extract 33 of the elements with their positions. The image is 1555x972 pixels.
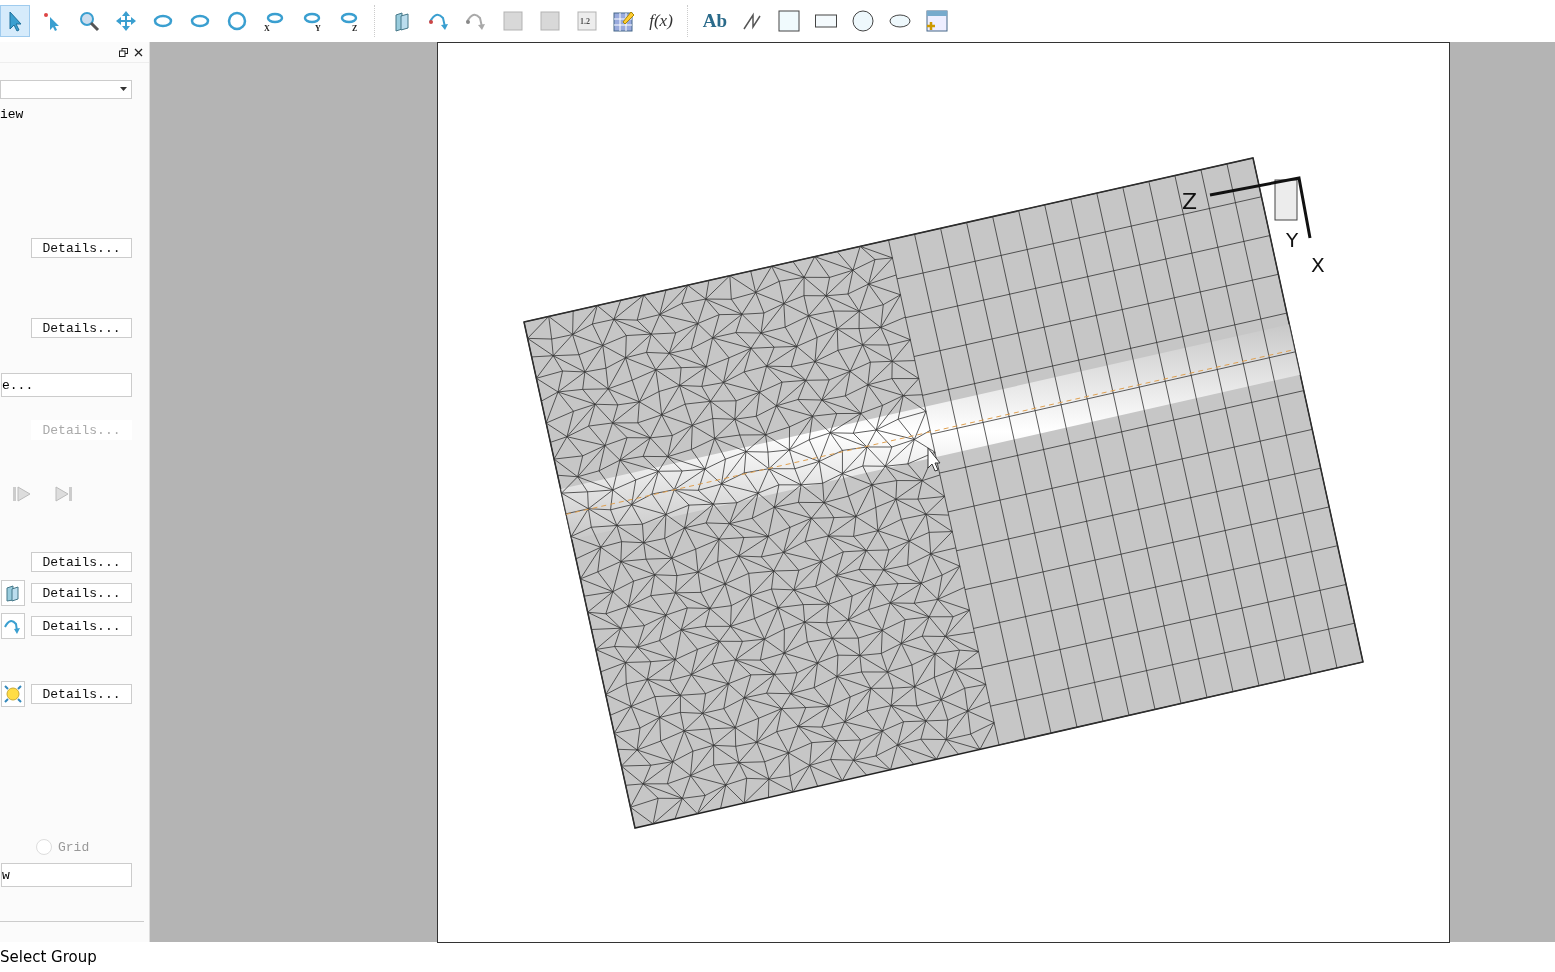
polyline-icon bbox=[741, 10, 763, 32]
details-button[interactable]: Details... bbox=[31, 552, 132, 572]
frame-add-icon bbox=[926, 10, 948, 32]
grid-label: Grid bbox=[58, 839, 90, 855]
toolbar-button[interactable]: f(x) bbox=[646, 5, 676, 37]
input-field[interactable]: e... bbox=[1, 373, 132, 397]
rotate-icon bbox=[226, 10, 248, 32]
axis-label: X bbox=[1311, 253, 1325, 277]
view-label: iew bbox=[0, 107, 24, 123]
status-text: Select Group bbox=[0, 948, 97, 966]
dropdown[interactable] bbox=[0, 79, 132, 99]
details-button[interactable]: Details... bbox=[31, 684, 132, 704]
circle-icon bbox=[852, 10, 874, 32]
skip-end-icon[interactable] bbox=[54, 485, 74, 503]
move-arrows-icon bbox=[115, 10, 137, 32]
close-icon[interactable] bbox=[134, 47, 143, 57]
slice-planes-icon[interactable] bbox=[1, 580, 25, 606]
mouse-pointer-icon bbox=[927, 447, 941, 472]
axis-label: Z bbox=[1182, 189, 1198, 214]
square-icon bbox=[778, 10, 800, 32]
grid-edit-icon bbox=[613, 10, 635, 32]
details-button[interactable]: Details... bbox=[31, 238, 132, 258]
details-button[interactable]: Details... bbox=[31, 616, 132, 636]
step-forward-icon[interactable] bbox=[12, 485, 32, 503]
caret-icon bbox=[120, 87, 127, 91]
details-button[interactable]: Details... bbox=[31, 318, 132, 338]
input-field[interactable]: w bbox=[1, 863, 132, 887]
light-bulb-icon[interactable] bbox=[1, 681, 25, 707]
details-button[interactable]: Details... bbox=[31, 583, 132, 603]
function-label: f(x) bbox=[649, 11, 673, 31]
axis-label: Y bbox=[1286, 228, 1299, 252]
restore-icon[interactable] bbox=[119, 47, 128, 57]
search-icon bbox=[78, 10, 100, 32]
